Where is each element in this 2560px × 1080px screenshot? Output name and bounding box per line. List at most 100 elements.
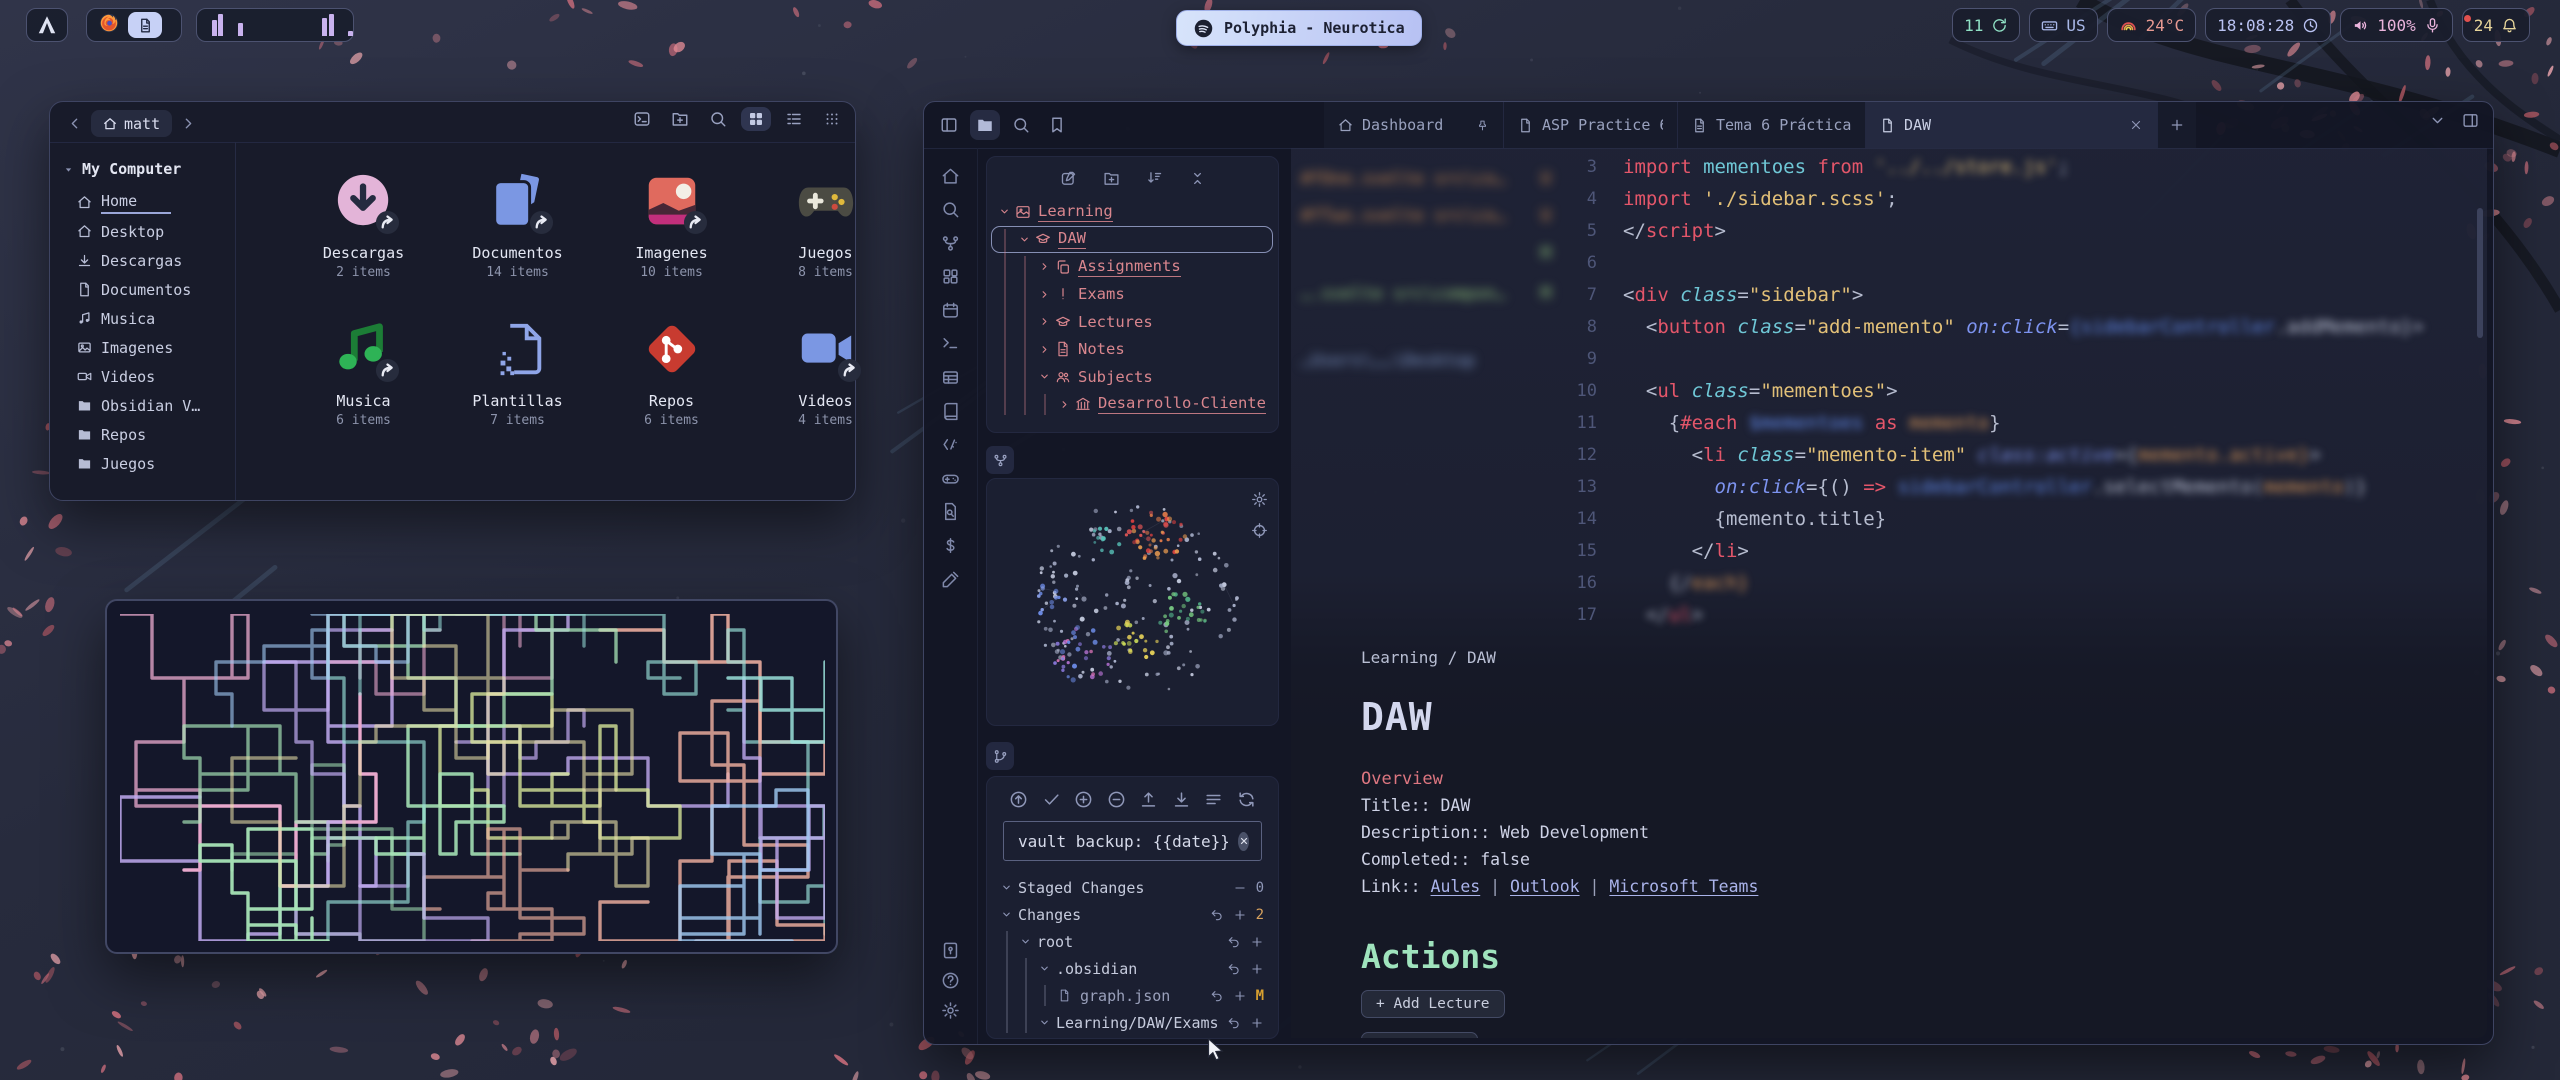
ribbon-gamepad-icon[interactable] [941,468,960,488]
sidebar-item-musica[interactable]: Musica [50,304,235,333]
git-undo-icon[interactable] [1210,908,1224,922]
ribbon-dollar-icon[interactable] [941,536,960,556]
tray-updates[interactable]: 11 [1952,8,2020,42]
breadcrumb[interactable]: matt [91,110,172,137]
launcher-button[interactable] [26,8,68,42]
git-panel-tab[interactable] [986,742,1014,770]
git-plus-icon[interactable] [1233,989,1247,1003]
graph-panel-tab[interactable] [986,446,1014,474]
ribbon-help-icon[interactable] [941,970,960,990]
git-row-staged-changes[interactable]: Staged Changes0 [987,874,1278,901]
tab-daw[interactable]: DAW [1866,102,2158,148]
link-outlook[interactable]: Outlook [1510,877,1580,896]
tree-item-desarrollo-cliente[interactable]: Desarrollo-Cliente [987,391,1278,419]
forward-button[interactable] [180,115,197,132]
tab-list-icon[interactable] [2429,112,2446,129]
search-workspace-icon[interactable] [1006,110,1036,140]
ribbon-book-icon[interactable] [941,401,960,421]
tab-dashboard[interactable]: Dashboard [1324,102,1504,148]
git-plus-icon[interactable] [1250,962,1264,976]
folder-musica[interactable]: Musica6 items [291,314,436,428]
ribbon-home-icon[interactable] [941,166,960,186]
tray-notifications[interactable]: 24 [2462,8,2530,42]
folder-documentos[interactable]: Documentos14 items [445,166,590,280]
tray-keyboard-layout[interactable]: US [2029,8,2097,42]
git-menu-lines-icon[interactable] [1204,790,1223,809]
folder-plantillas[interactable]: Plantillas7 items [445,314,590,428]
sidebar-item-home[interactable]: Home [50,188,235,217]
graph-view[interactable] [987,479,1278,725]
sidebar-item-imagenes[interactable]: Imagenes [50,333,235,362]
git-circle-plus-icon[interactable] [1074,790,1093,809]
ribbon-vault-icon[interactable] [941,940,960,960]
note-breadcrumb[interactable]: Learning / DAW [1361,648,2461,667]
ribbon-terminal-line-icon[interactable] [941,334,960,354]
sidebar-item-juegos[interactable]: Juegos [50,449,235,478]
git-row-.obsidian[interactable]: .obsidian [987,955,1278,982]
notes-app-icon[interactable] [128,12,162,38]
ribbon-calendar-icon[interactable] [941,300,960,320]
git-circle-minus-icon[interactable] [1107,790,1126,809]
graph-view-panel[interactable] [986,478,1279,726]
folder-descargas[interactable]: Descargas2 items [291,166,436,280]
git-row-changes[interactable]: Changes2 [987,901,1278,928]
folder-imagenes[interactable]: Imagenes10 items [599,166,744,280]
button-add-note[interactable]: + Add Note [1361,1032,1478,1038]
ribbon-file-search-icon[interactable] [941,502,960,522]
tab-asp-practice-6[interactable]: ASP Practice 6 [1504,102,1678,148]
commit-message-field[interactable] [1003,821,1262,861]
commit-message-input[interactable] [1016,831,1230,852]
button-add-lecture[interactable]: + Add Lecture [1361,990,1505,1018]
editor-scrollbar[interactable] [2477,208,2483,338]
git-row-root[interactable]: root [987,928,1278,955]
firefox-icon[interactable] [98,12,120,38]
sidebar-item-obsidianv[interactable]: Obsidian V… [50,391,235,420]
sidebar-root[interactable]: My Computer [50,156,235,188]
bookmark-workspace-icon[interactable] [1042,110,1072,140]
git-check-icon[interactable] [1042,790,1061,809]
git-undo-icon[interactable] [1227,962,1241,976]
folder-juegos[interactable]: Juegos8 items [753,166,898,280]
tree-item-notes[interactable]: Notes [987,336,1278,364]
graph-crosshair-icon[interactable] [1251,522,1268,539]
git-minus-icon[interactable] [1233,881,1247,895]
git-circle-up-icon[interactable] [1009,790,1028,809]
terminal-toolbar-icon[interactable] [633,110,651,128]
folder-repos[interactable]: Repos6 items [599,314,744,428]
link-aules[interactable]: Aules [1431,877,1481,896]
tree-item-subjects[interactable]: Subjects [987,363,1278,391]
sort-toolbar-icon[interactable] [1146,170,1163,187]
ribbon-template-icon[interactable] [941,435,960,455]
back-button[interactable] [66,115,83,132]
layout-left-workspace-icon[interactable] [934,110,964,140]
tree-item-lectures[interactable]: Lectures [987,308,1278,336]
ribbon-cards-icon[interactable] [941,267,960,287]
tray-weather[interactable]: 24°C [2107,8,2197,42]
list-toolbar-icon[interactable] [785,110,803,128]
ribbon-tools-icon[interactable] [941,569,960,589]
tree-item-daw[interactable]: DAW [987,226,1278,254]
git-undo-icon[interactable] [1210,989,1224,1003]
sidebar-item-desktop[interactable]: Desktop [50,217,235,246]
tree-item-learning[interactable]: Learning [987,198,1278,226]
ribbon-search-icon[interactable] [941,200,960,220]
search-toolbar-icon[interactable] [709,110,727,128]
tray-clock[interactable]: 18:08:28 [2205,8,2331,42]
git-refresh-cw-icon[interactable] [1237,790,1256,809]
git-row-learning-daw-exams[interactable]: Learning/DAW/Exams [987,1009,1278,1036]
sidebar-item-documentos[interactable]: Documentos [50,275,235,304]
tab-tema-6-pr-cticas-[interactable]: Tema 6 Prácticas -… [1678,102,1866,148]
collapse-toolbar-icon[interactable] [1189,170,1206,187]
ribbon-table-icon[interactable] [941,368,960,388]
git-plus-icon[interactable] [1250,935,1264,949]
new-tab-button[interactable] [2158,102,2196,148]
git-undo-icon[interactable] [1227,935,1241,949]
new-folder-toolbar-icon[interactable] [671,110,689,128]
git-upload-icon[interactable] [1139,790,1158,809]
right-sidebar-toggle-icon[interactable] [2462,112,2479,129]
graph-gear-icon[interactable] [1251,491,1268,508]
tree-item-assignments[interactable]: Assignments [987,253,1278,281]
sidebar-item-repos[interactable]: Repos [50,420,235,449]
git-plus-icon[interactable] [1250,1016,1264,1030]
folder-videos[interactable]: Videos4 items [753,314,898,428]
